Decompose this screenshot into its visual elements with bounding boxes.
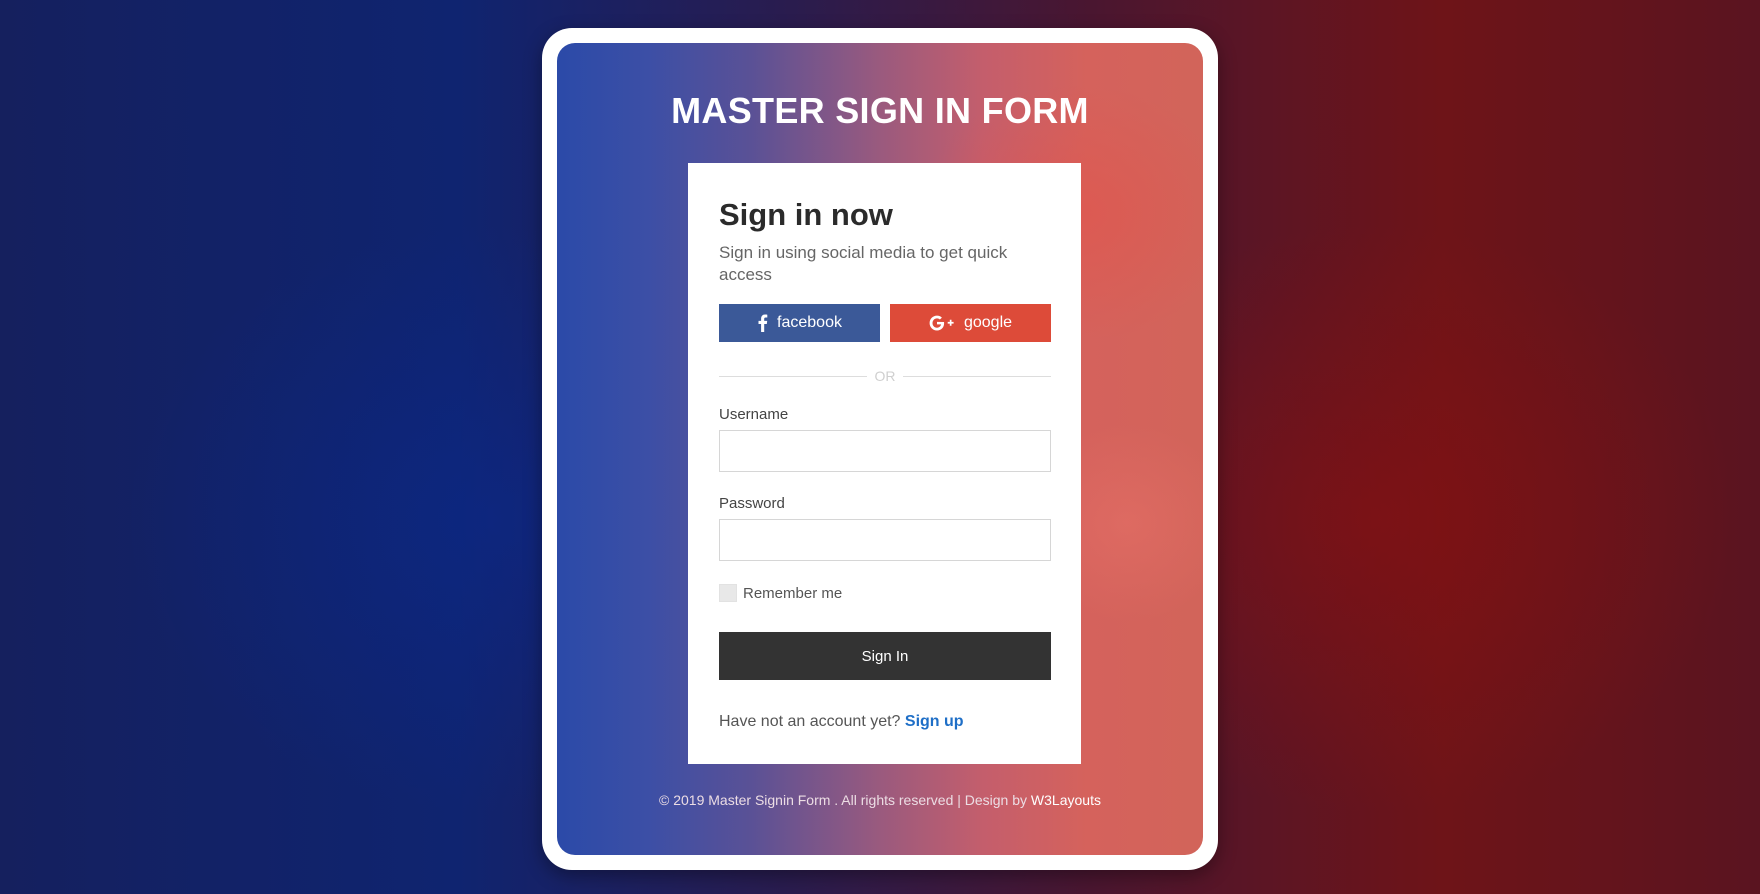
- username-input[interactable]: [719, 430, 1051, 472]
- form-frame: MASTER SIGN IN FORM Sign in now Sign in …: [542, 28, 1218, 870]
- signup-prompt: Have not an account yet?: [719, 713, 901, 730]
- footer: © 2019 Master Signin Form . All rights r…: [557, 792, 1203, 808]
- password-label: Password: [719, 495, 785, 512]
- footer-text: © 2019 Master Signin Form . All rights r…: [659, 792, 1028, 808]
- signin-card: Sign in now Sign in using social media t…: [688, 163, 1081, 764]
- card-subtitle: Sign in using social media to get quick …: [719, 243, 1008, 284]
- page-title: MASTER SIGN IN FORM: [671, 90, 1089, 131]
- username-label: Username: [719, 406, 789, 423]
- divider-line-right: [903, 376, 1051, 377]
- signup-link[interactable]: Sign up: [905, 713, 964, 730]
- google-label: google: [963, 314, 1013, 331]
- remember-label: Remember me: [743, 584, 843, 602]
- google-plus-icon: [929, 315, 955, 331]
- facebook-button[interactable]: facebook: [719, 304, 880, 342]
- footer-link[interactable]: W3Layouts: [1031, 792, 1101, 808]
- remember-me[interactable]: Remember me: [719, 584, 842, 602]
- sign-in-button[interactable]: Sign In: [719, 632, 1051, 680]
- google-button[interactable]: google: [890, 304, 1051, 342]
- facebook-icon: [757, 314, 768, 332]
- form-panel: MASTER SIGN IN FORM Sign in now Sign in …: [557, 43, 1203, 855]
- facebook-label: facebook: [777, 314, 842, 331]
- signup-prompt-row: Have not an account yet? Sign up: [719, 713, 964, 731]
- password-input[interactable]: [719, 519, 1051, 561]
- remember-checkbox[interactable]: [719, 584, 737, 602]
- card-heading: Sign in now: [719, 197, 893, 232]
- or-divider: OR: [719, 368, 1051, 384]
